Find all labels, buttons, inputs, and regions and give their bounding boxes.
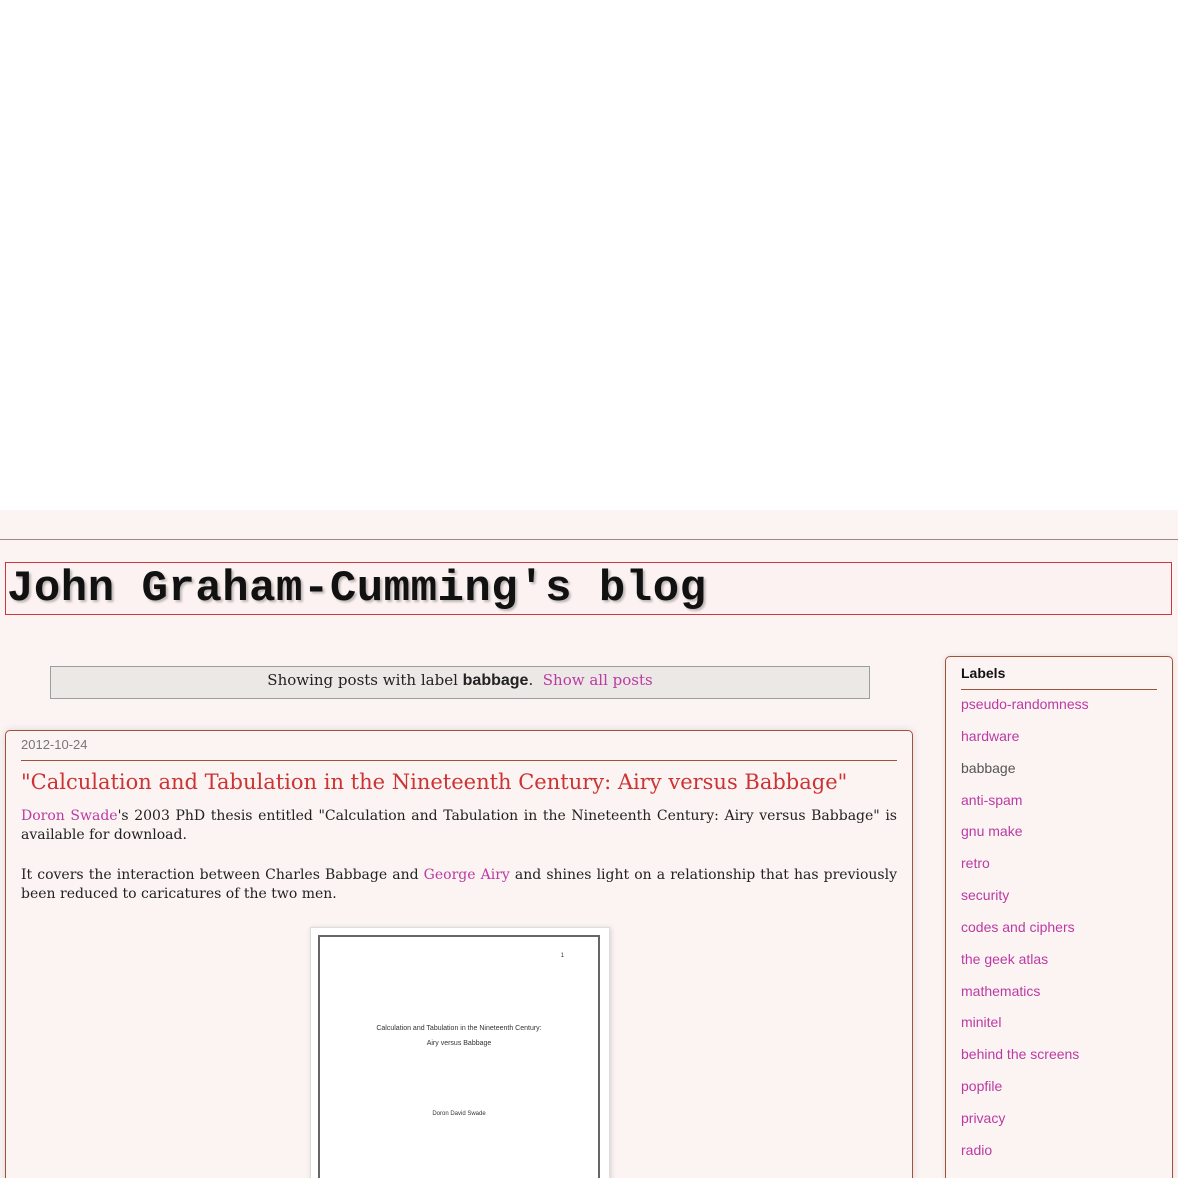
thesis-page: 1 Calculation and Tabulation in the Nine… <box>318 935 600 1178</box>
label-security[interactable]: security <box>961 887 1009 903</box>
label-item: behind the screens <box>961 1044 1089 1076</box>
label-popfile[interactable]: popfile <box>961 1078 1002 1094</box>
label-status-message: Showing posts with label babbage. Show a… <box>50 666 870 699</box>
label-item: retro <box>961 853 1089 885</box>
labels-widget: Labels pseudo-randomness hardware babbage a… <box>945 656 1173 1178</box>
label-hardware[interactable]: hardware <box>961 728 1019 744</box>
label-babbage: babbage <box>961 759 1016 776</box>
label-retro[interactable]: retro <box>961 855 990 871</box>
label-item: security <box>961 885 1089 917</box>
post-paragraph-1: Doron Swade's 2003 PhD thesis entitled "… <box>21 807 897 845</box>
blank-ad-area <box>0 0 1178 510</box>
label-item: popfile <box>961 1076 1089 1108</box>
labels-heading: Labels <box>961 665 1006 681</box>
label-item: babbage <box>961 758 1089 790</box>
label-minitel[interactable]: minitel <box>961 1014 1001 1030</box>
post-date: 2012-10-24 <box>21 737 88 752</box>
post-title[interactable]: "Calculation and Tabulation in the Ninet… <box>21 768 847 796</box>
thesis-title-line-2: Airy versus Babbage <box>426 1040 492 1047</box>
post-paragraph-2: It covers the interaction between Charle… <box>21 866 897 904</box>
doron-swade-link[interactable]: Doron Swade <box>21 808 118 824</box>
label-gnu-make[interactable]: gnu make <box>961 823 1022 839</box>
label-item: gnu make <box>961 821 1089 853</box>
post-divider <box>21 760 897 761</box>
label-pseudo-randomness[interactable]: pseudo-randomness <box>961 696 1089 712</box>
thesis-author: Doron David Swade <box>432 1111 486 1117</box>
label-item: hardware <box>961 726 1089 758</box>
label-radio[interactable]: radio <box>961 1142 992 1158</box>
post-paragraph-2-before: It covers the interaction between Charle… <box>21 867 424 883</box>
post-body: Doron Swade's 2003 PhD thesis entitled "… <box>21 807 897 925</box>
labels-divider <box>961 689 1157 690</box>
blog-post: 2012-10-24 "Calculation and Tabulation i… <box>5 730 913 1178</box>
label-item: pseudo-randomness <box>961 694 1089 726</box>
status-suffix: . <box>528 671 534 689</box>
label-the-geek-atlas[interactable]: the geek atlas <box>961 951 1048 967</box>
label-item: minitel <box>961 1012 1089 1044</box>
label-item: radio <box>961 1140 1089 1172</box>
blog-header: John Graham-Cumming's blog <box>5 562 1172 615</box>
label-item: privacy <box>961 1108 1089 1140</box>
blog-title[interactable]: John Graham-Cumming's blog <box>7 563 707 615</box>
thesis-title: Calculation and Tabulation in the Ninete… <box>320 1021 598 1051</box>
show-all-posts-link[interactable]: Show all posts <box>543 671 653 689</box>
label-item: the geek atlas <box>961 949 1089 981</box>
status-prefix: Showing posts with label <box>267 671 463 689</box>
navbar-divider <box>0 539 1178 540</box>
label-codes-and-ciphers[interactable]: codes and ciphers <box>961 919 1075 935</box>
label-item: anti-spam <box>961 790 1089 822</box>
label-item: mathematics <box>961 981 1089 1013</box>
label-behind-the-screens[interactable]: behind the screens <box>961 1046 1079 1062</box>
labels-list: pseudo-randomness hardware babbage anti-spa… <box>961 694 1089 1172</box>
label-privacy[interactable]: privacy <box>961 1110 1005 1126</box>
label-anti-spam[interactable]: anti-spam <box>961 792 1022 808</box>
label-mathematics[interactable]: mathematics <box>961 983 1040 999</box>
george-airy-link[interactable]: George Airy <box>424 867 510 883</box>
thesis-title-line-1: Calculation and Tabulation in the Ninete… <box>376 1025 542 1032</box>
blog-page: John Graham-Cumming's blog Showing posts… <box>0 510 1178 1178</box>
status-label: babbage <box>462 672 529 689</box>
label-item: codes and ciphers <box>961 917 1089 949</box>
post-paragraph-1-text: 's 2003 PhD thesis entitled "Calculation… <box>21 808 897 843</box>
thesis-page-number: 1 <box>560 953 564 959</box>
thesis-cover-image[interactable]: 1 Calculation and Tabulation in the Nine… <box>310 927 610 1178</box>
